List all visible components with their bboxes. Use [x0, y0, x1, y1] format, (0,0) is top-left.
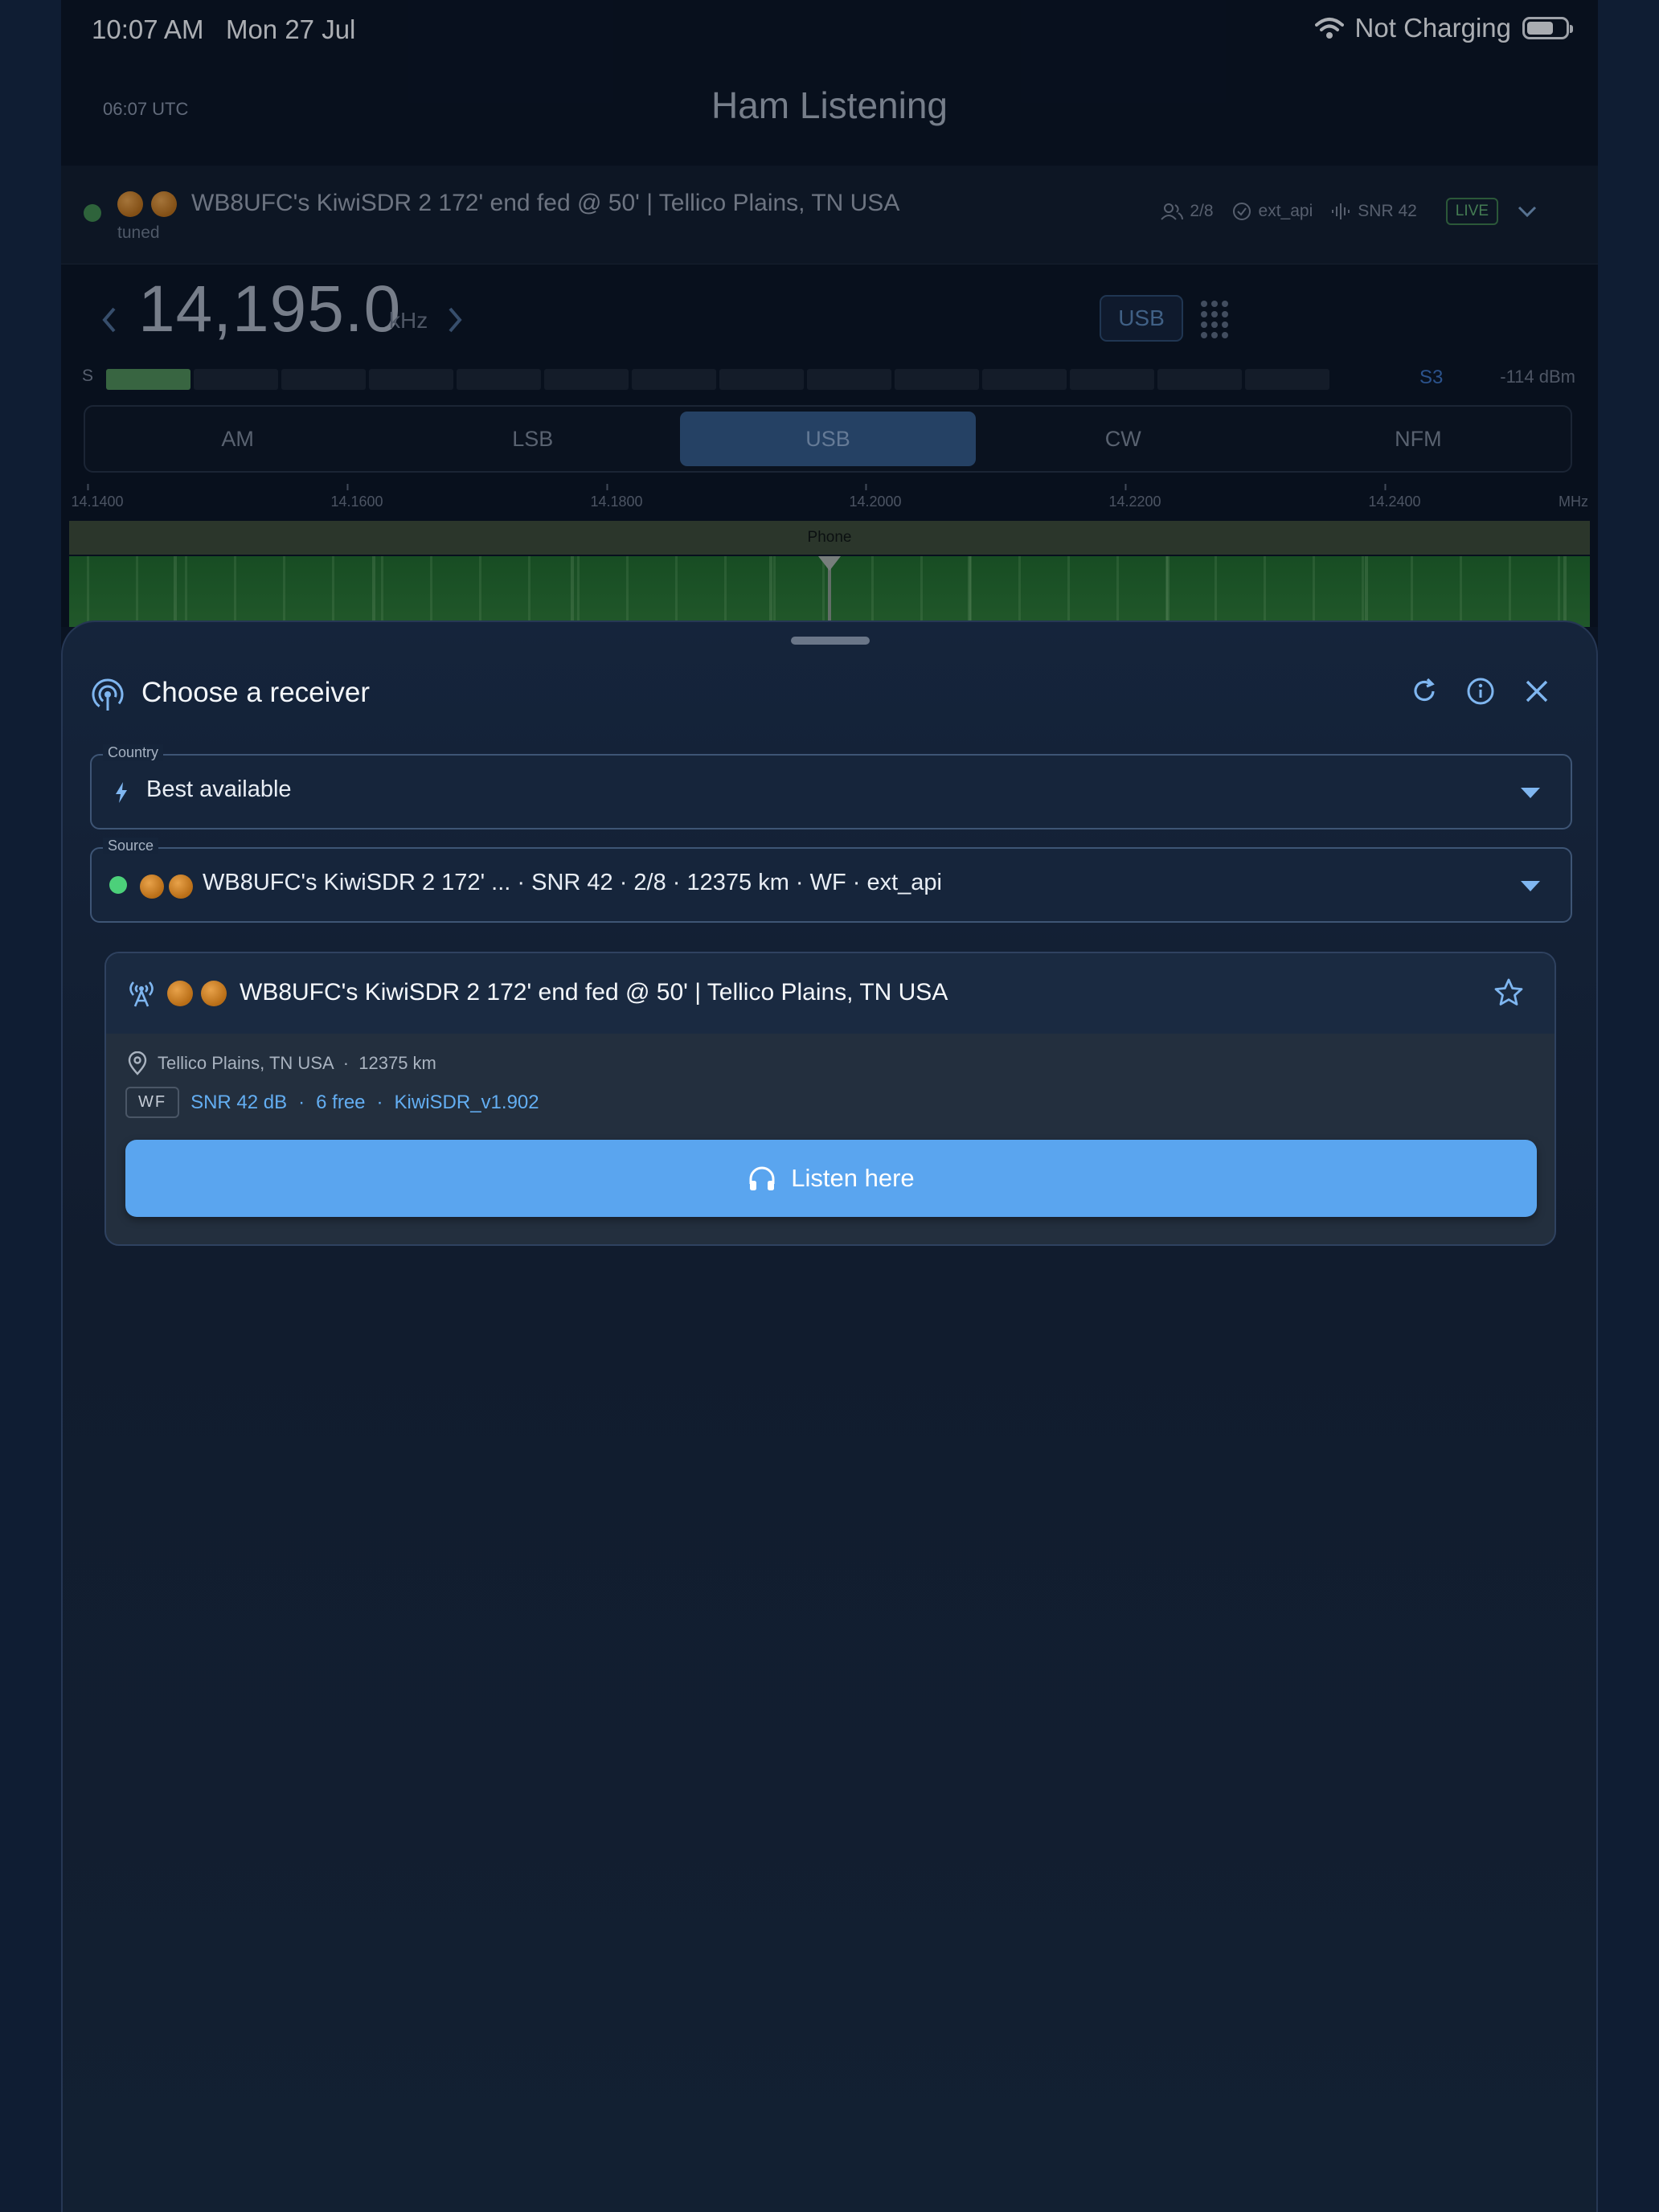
- card-location: Tellico Plains, TN USA · 12375 km: [158, 1053, 436, 1074]
- location-text: Tellico Plains, TN USA: [158, 1053, 334, 1073]
- wf-tag: WF: [125, 1087, 180, 1118]
- country-select[interactable]: Country Best available: [90, 744, 1572, 830]
- source-label: Source: [103, 838, 159, 854]
- distance-text: 12375 km: [358, 1053, 436, 1073]
- type-icon: [169, 875, 193, 899]
- dim-overlay: [61, 0, 1598, 627]
- separator: ·: [376, 1091, 383, 1113]
- country-value: Best available: [146, 776, 292, 802]
- separator: ·: [338, 1053, 354, 1073]
- type-icon: [140, 875, 164, 899]
- type-icon: [201, 981, 227, 1006]
- receiver-sheet: Choose a receiver Country Best available…: [61, 621, 1598, 2212]
- antenna-icon: [129, 981, 154, 1007]
- country-label: Country: [103, 744, 164, 761]
- app-window: 10:07 AM Mon 27 Jul Not Charging 06:07 U…: [61, 0, 1598, 2212]
- card-header: WB8UFC's KiwiSDR 2 172' end fed @ 50' | …: [106, 953, 1555, 1034]
- online-dot: [109, 876, 127, 894]
- card-tags: WF SNR 42 dB · 6 free · KiwiSDR_v1.902: [125, 1087, 539, 1118]
- refresh-button[interactable]: [1408, 675, 1440, 707]
- type-icon: [167, 981, 193, 1006]
- sheet-actions: [1408, 675, 1553, 707]
- free-slots-tag: 6 free: [316, 1091, 366, 1113]
- location-pin-icon: [128, 1051, 147, 1075]
- info-icon: [1467, 678, 1494, 705]
- background-radio-view: 10:07 AM Mon 27 Jul Not Charging 06:07 U…: [61, 0, 1598, 627]
- snr-tag: SNR 42 dB: [190, 1091, 288, 1113]
- drag-handle[interactable]: [791, 637, 870, 645]
- dropdown-arrow-icon: [1521, 881, 1540, 891]
- info-button[interactable]: [1464, 675, 1497, 707]
- podcast-icon: [92, 678, 124, 711]
- listen-label: Listen here: [791, 1164, 915, 1192]
- dropdown-arrow-icon: [1521, 788, 1540, 798]
- receiver-card: WB8UFC's KiwiSDR 2 172' end fed @ 50' | …: [104, 952, 1556, 1246]
- source-select[interactable]: Source WB8UFC's KiwiSDR 2 172' ... · SNR…: [90, 838, 1572, 923]
- headphones-icon: [749, 1166, 775, 1190]
- lightning-icon: [116, 782, 127, 803]
- source-value: WB8UFC's KiwiSDR 2 172' ... · SNR 42 · 2…: [203, 870, 942, 895]
- close-button[interactable]: [1521, 675, 1553, 707]
- star-icon[interactable]: [1493, 977, 1524, 1008]
- separator: ·: [298, 1091, 305, 1113]
- version-tag: KiwiSDR_v1.902: [394, 1091, 539, 1113]
- listen-here-button[interactable]: Listen here: [125, 1140, 1537, 1217]
- refresh-icon: [1414, 678, 1435, 702]
- close-icon: [1526, 680, 1548, 703]
- card-title: WB8UFC's KiwiSDR 2 172' end fed @ 50' | …: [240, 979, 948, 1006]
- sheet-title: Choose a receiver: [141, 677, 371, 708]
